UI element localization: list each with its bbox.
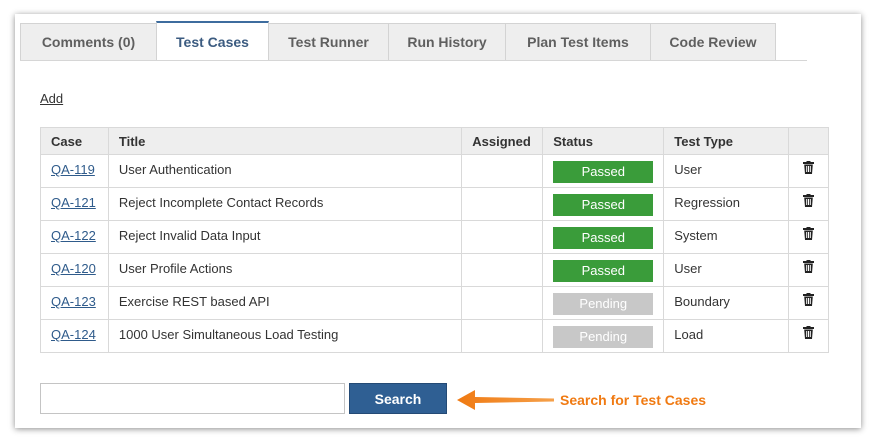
trash-icon[interactable] xyxy=(803,194,814,210)
add-link[interactable]: Add xyxy=(40,91,63,106)
case-assigned xyxy=(472,188,532,195)
status-badge: Pending xyxy=(553,293,654,315)
case-link[interactable]: QA-119 xyxy=(51,162,95,177)
test-cases-table: Case Title Assigned Status Test Type QA-… xyxy=(40,127,829,353)
table-row: QA-124 1000 User Simultaneous Load Testi… xyxy=(40,319,829,353)
trash-icon[interactable] xyxy=(803,293,814,309)
status-badge: Passed xyxy=(553,227,654,249)
case-link[interactable]: QA-122 xyxy=(51,228,96,243)
header-status: Status xyxy=(542,127,665,155)
arrow-left-icon xyxy=(457,390,554,410)
trash-icon[interactable] xyxy=(803,161,814,177)
header-actions xyxy=(788,127,829,155)
header-case: Case xyxy=(40,127,109,155)
case-assigned xyxy=(472,320,532,327)
tab-divider xyxy=(20,60,807,61)
header-assigned: Assigned xyxy=(461,127,544,155)
table-row: QA-123 Exercise REST based API Pending B… xyxy=(40,286,829,320)
search-callout: Search for Test Cases xyxy=(560,392,707,408)
trash-icon[interactable] xyxy=(803,227,814,243)
tab-test-runner[interactable]: Test Runner xyxy=(268,23,389,60)
case-test-type: Regression xyxy=(674,195,741,210)
case-assigned xyxy=(472,221,532,228)
case-test-type: Boundary xyxy=(674,294,730,309)
tab-bar: Comments (0) Test Cases Test Runner Run … xyxy=(20,21,776,60)
status-badge: Passed xyxy=(553,161,654,183)
case-test-type: System xyxy=(674,228,718,243)
table-row: QA-122 Reject Invalid Data Input Passed … xyxy=(40,220,829,254)
status-badge: Passed xyxy=(553,194,654,216)
tab-code-review[interactable]: Code Review xyxy=(650,23,776,60)
case-title: User Authentication xyxy=(118,162,232,177)
table-row: QA-120 User Profile Actions Passed User xyxy=(40,253,829,287)
case-title: Reject Incomplete Contact Records xyxy=(118,195,324,210)
case-link[interactable]: QA-120 xyxy=(51,261,96,276)
case-test-type: User xyxy=(674,162,702,177)
table-row: QA-121 Reject Incomplete Contact Records… xyxy=(40,187,829,221)
table-row: QA-119 User Authentication Passed User xyxy=(40,154,829,188)
case-assigned xyxy=(472,155,532,162)
case-link[interactable]: QA-124 xyxy=(51,327,96,342)
case-title: Reject Invalid Data Input xyxy=(118,228,261,243)
case-test-type: User xyxy=(674,261,702,276)
tab-run-history[interactable]: Run History xyxy=(388,23,506,60)
case-assigned xyxy=(472,254,532,261)
tab-plan-test-items[interactable]: Plan Test Items xyxy=(505,23,651,60)
case-title: Exercise REST based API xyxy=(118,294,270,309)
status-badge: Pending xyxy=(553,326,654,348)
case-link[interactable]: QA-121 xyxy=(51,195,96,210)
tab-test-cases[interactable]: Test Cases xyxy=(156,21,269,60)
tab-comments[interactable]: Comments (0) xyxy=(20,23,157,60)
case-test-type: Load xyxy=(674,327,704,342)
case-title: User Profile Actions xyxy=(118,261,233,276)
search-input[interactable] xyxy=(40,383,345,414)
header-title: Title xyxy=(107,127,463,155)
trash-icon[interactable] xyxy=(803,260,814,276)
case-link[interactable]: QA-123 xyxy=(51,294,96,309)
trash-icon[interactable] xyxy=(803,326,814,342)
case-title: 1000 User Simultaneous Load Testing xyxy=(118,327,339,342)
header-test-type: Test Type xyxy=(663,127,790,155)
status-badge: Passed xyxy=(553,260,654,282)
search-button[interactable]: Search xyxy=(349,383,447,414)
table-header-row: Case Title Assigned Status Test Type xyxy=(40,127,829,155)
test-cases-panel: Comments (0) Test Cases Test Runner Run … xyxy=(15,14,861,428)
case-assigned xyxy=(472,287,532,294)
